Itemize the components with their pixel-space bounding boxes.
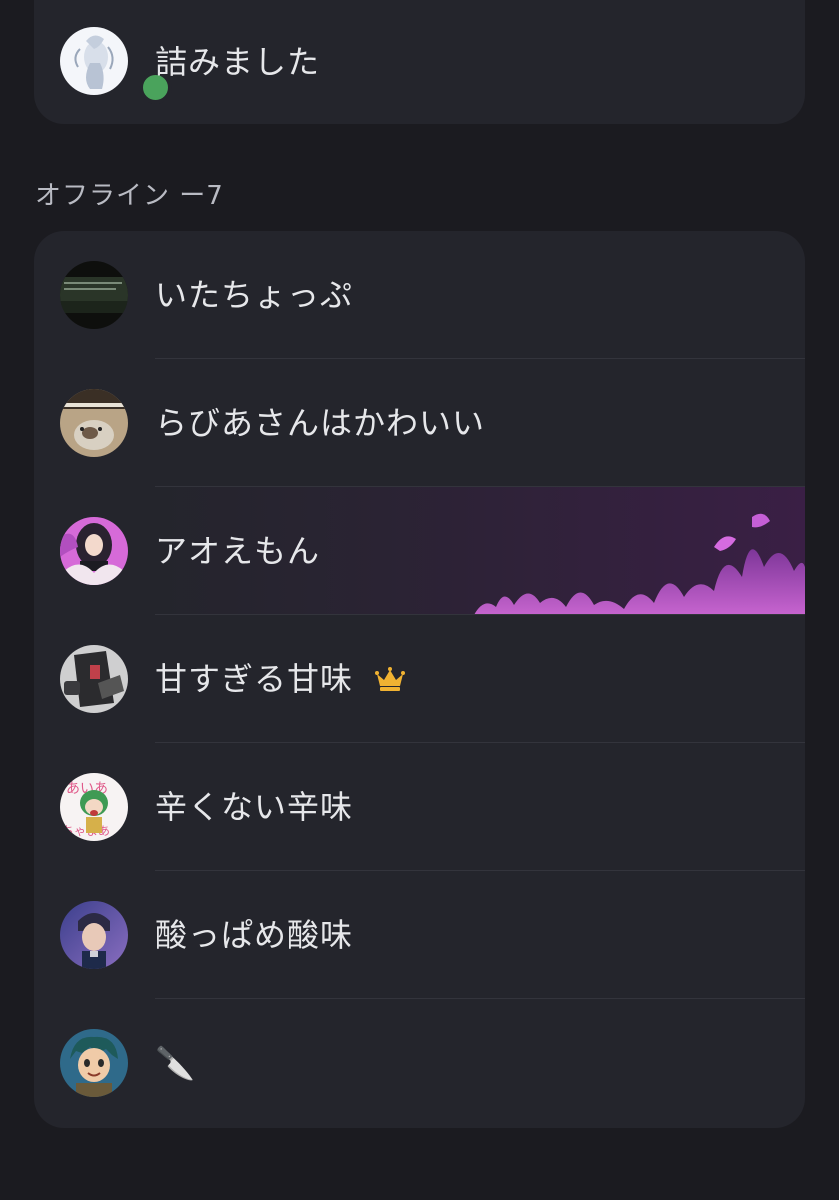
avatar [60,389,128,457]
avatar [60,517,128,585]
member-row[interactable]: 甘すぎる甘味 [34,615,805,743]
member-row[interactable]: あいあ ちゃまあ 辛くない辛味 [34,743,805,871]
member-row[interactable]: らびあさんはかわいい [34,359,805,487]
online-members-card: 詰みました [34,0,805,124]
member-name-text: 甘すぎる甘味 [155,660,354,698]
offline-section-header: オフライン ー7 [35,181,224,211]
avatar [60,27,128,95]
avatar [60,261,128,329]
avatar [60,901,128,969]
avatar: あいあ ちゃまあ [60,773,128,841]
profile-banner [34,487,805,615]
crown-icon [374,661,406,701]
member-name: らびあさんはかわいい [155,404,486,442]
member-name: 🔪 [155,1044,196,1082]
member-name: 甘すぎる甘味 [155,659,406,701]
avatar [60,1029,128,1097]
member-name: 詰みました [155,43,321,81]
member-row[interactable]: アオえもん [34,487,805,615]
member-name: いたちょっぷ [155,276,354,314]
member-row[interactable]: 詰みました [34,0,805,124]
member-name: アオえもん [155,532,321,570]
member-row[interactable]: いたちょっぷ [34,231,805,359]
member-name: 辛くない辛味 [155,788,354,826]
member-row[interactable]: 酸っぱめ酸味 [34,871,805,999]
member-name: 酸っぱめ酸味 [155,916,354,954]
member-row[interactable]: 🔪 [34,999,805,1127]
avatar [60,645,128,713]
offline-members-card: いたちょっぷ らびあさんはかわいい アオえもん 甘すぎる甘味 あいあ 辛くない辛… [34,231,805,1128]
